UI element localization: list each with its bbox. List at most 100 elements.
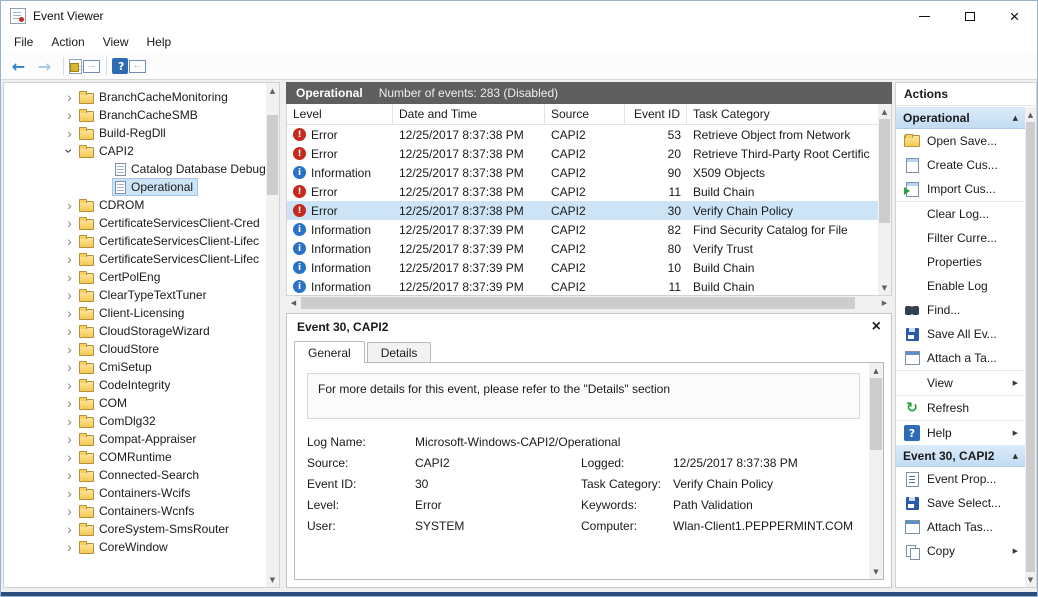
action-attach-tas[interactable]: Attach Tas...	[896, 515, 1025, 539]
action-section-operational[interactable]: Operational	[896, 107, 1025, 129]
action-enable-log[interactable]: Enable Log	[896, 274, 1025, 298]
tree-scrollbar[interactable]	[266, 83, 279, 587]
action-event-prop[interactable]: Event Prop...	[896, 467, 1025, 491]
actions-scrollbar[interactable]	[1025, 107, 1036, 587]
chevron-right-icon[interactable]	[62, 432, 77, 446]
forward-icon[interactable]	[32, 55, 57, 77]
action-open-save[interactable]: Open Save...	[896, 129, 1025, 153]
tree-item-catalog-database-debug[interactable]: Catalog Database Debug	[4, 160, 265, 178]
tree-item-capi2[interactable]: CAPI2	[4, 142, 265, 160]
tree-item-operational[interactable]: Operational	[4, 178, 265, 196]
event-row[interactable]: Information12/25/2017 8:37:38 PMCAPI290X…	[287, 163, 878, 182]
action-refresh[interactable]: Refresh	[896, 396, 1025, 420]
column-header-level[interactable]: Level	[287, 104, 393, 124]
maximize-button[interactable]	[947, 1, 992, 31]
action-pane-icon[interactable]	[129, 60, 146, 73]
chevron-right-icon[interactable]	[62, 126, 77, 140]
action-section-event-30-capi2[interactable]: Event 30, CAPI2	[896, 445, 1025, 467]
tree-item-branchcachemonitoring[interactable]: BranchCacheMonitoring	[4, 88, 265, 106]
tree-item-build-regdll[interactable]: Build-RegDll	[4, 124, 265, 142]
action-help[interactable]: Help	[896, 421, 1025, 445]
action-save-all-ev[interactable]: Save All Ev...	[896, 322, 1025, 346]
chevron-right-icon[interactable]	[62, 360, 77, 374]
column-header-task-category[interactable]: Task Category	[687, 104, 878, 124]
scrollbar-thumb[interactable]	[879, 119, 890, 223]
close-button[interactable]	[992, 1, 1037, 31]
help-icon[interactable]	[112, 58, 128, 74]
tree-item-containers-wcnfs[interactable]: Containers-Wcnfs	[4, 502, 265, 520]
chevron-right-icon[interactable]	[62, 414, 77, 428]
menu-action[interactable]: Action	[42, 32, 93, 52]
scroll-left-button[interactable]	[286, 296, 301, 310]
tree-item-certpoleng[interactable]: CertPolEng	[4, 268, 265, 286]
action-import-cus[interactable]: Import Cus...	[896, 177, 1025, 201]
minimize-button[interactable]	[902, 1, 947, 31]
chevron-right-icon[interactable]	[62, 378, 77, 392]
tree-item-codeintegrity[interactable]: CodeIntegrity	[4, 376, 265, 394]
tree-item-client-licensing[interactable]: Client-Licensing	[4, 304, 265, 322]
chevron-right-icon[interactable]	[62, 540, 77, 554]
action-view[interactable]: View	[896, 371, 1025, 395]
action-clear-log[interactable]: Clear Log...	[896, 202, 1025, 226]
tab-general[interactable]: General	[294, 341, 365, 363]
chevron-right-icon[interactable]	[62, 342, 77, 356]
tree-item-corewindow[interactable]: CoreWindow	[4, 538, 265, 556]
back-icon[interactable]	[6, 55, 31, 77]
collapse-icon[interactable]	[1013, 452, 1018, 460]
chevron-right-icon[interactable]	[62, 288, 77, 302]
action-save-select[interactable]: Save Select...	[896, 491, 1025, 515]
detail-scrollbar[interactable]	[869, 363, 883, 579]
tree-item-certificateservicesclient-lifec[interactable]: CertificateServicesClient-Lifec	[4, 232, 265, 250]
scroll-right-button[interactable]	[877, 296, 892, 310]
tree-item-certificateservicesclient-cred[interactable]: CertificateServicesClient-Cred	[4, 214, 265, 232]
chevron-right-icon[interactable]	[62, 522, 77, 536]
chevron-right-icon[interactable]	[62, 306, 77, 320]
chevron-down-icon[interactable]	[62, 144, 77, 158]
event-row[interactable]: Information12/25/2017 8:37:39 PMCAPI280V…	[287, 239, 878, 258]
chevron-right-icon[interactable]	[62, 324, 77, 338]
tree-item-branchcachesmb[interactable]: BranchCacheSMB	[4, 106, 265, 124]
tree-item-comdlg32[interactable]: ComDlg32	[4, 412, 265, 430]
action-attach-a-ta[interactable]: Attach a Ta...	[896, 346, 1025, 370]
action-copy[interactable]: Copy	[896, 539, 1025, 563]
menu-file[interactable]: File	[5, 32, 42, 52]
menu-help[interactable]: Help	[138, 32, 181, 52]
chevron-right-icon[interactable]	[62, 216, 77, 230]
tree-item-compat-appraiser[interactable]: Compat-Appraiser	[4, 430, 265, 448]
chevron-right-icon[interactable]	[62, 270, 77, 284]
action-find[interactable]: Find...	[896, 298, 1025, 322]
chevron-right-icon[interactable]	[62, 234, 77, 248]
column-header-event-id[interactable]: Event ID	[625, 104, 687, 124]
action-properties[interactable]: Properties	[896, 250, 1025, 274]
scroll-up-button[interactable]	[1025, 107, 1036, 122]
scroll-up-button[interactable]	[869, 363, 883, 378]
tree-item-containers-wcifs[interactable]: Containers-Wcifs	[4, 484, 265, 502]
events-horizontal-scrollbar[interactable]	[286, 296, 892, 310]
tree-item-cdrom[interactable]: CDROM	[4, 196, 265, 214]
menu-view[interactable]: View	[94, 32, 138, 52]
scroll-down-button[interactable]	[869, 564, 883, 579]
event-row[interactable]: Error12/25/2017 8:37:38 PMCAPI220Retriev…	[287, 144, 878, 163]
chevron-right-icon[interactable]	[62, 486, 77, 500]
event-row[interactable]: Information12/25/2017 8:37:39 PMCAPI282F…	[287, 220, 878, 239]
chevron-right-icon[interactable]	[62, 252, 77, 266]
scrollbar-thumb[interactable]	[1026, 122, 1035, 572]
column-header-source[interactable]: Source	[545, 104, 625, 124]
document-icon[interactable]	[69, 59, 82, 74]
tree-item-cloudstore[interactable]: CloudStore	[4, 340, 265, 358]
tree-item-cleartypetexttuner[interactable]: ClearTypeTextTuner	[4, 286, 265, 304]
scroll-up-button[interactable]	[878, 104, 891, 119]
tab-details[interactable]: Details	[367, 342, 432, 363]
action-create-cus[interactable]: Create Cus...	[896, 153, 1025, 177]
chevron-right-icon[interactable]	[62, 450, 77, 464]
event-row[interactable]: Error12/25/2017 8:37:38 PMCAPI230Verify …	[287, 201, 878, 220]
tree-item-coresystem-smsrouter[interactable]: CoreSystem-SmsRouter	[4, 520, 265, 538]
chevron-right-icon[interactable]	[62, 198, 77, 212]
scrollbar-thumb[interactable]	[301, 297, 855, 309]
scrollbar-thumb[interactable]	[267, 115, 278, 195]
event-row[interactable]: Information12/25/2017 8:37:39 PMCAPI211B…	[287, 277, 878, 295]
tree-item-comruntime[interactable]: COMRuntime	[4, 448, 265, 466]
tree-item-cmisetup[interactable]: CmiSetup	[4, 358, 265, 376]
tree-item-certificateservicesclient-lifec[interactable]: CertificateServicesClient-Lifec	[4, 250, 265, 268]
tree-item-connected-search[interactable]: Connected-Search	[4, 466, 265, 484]
